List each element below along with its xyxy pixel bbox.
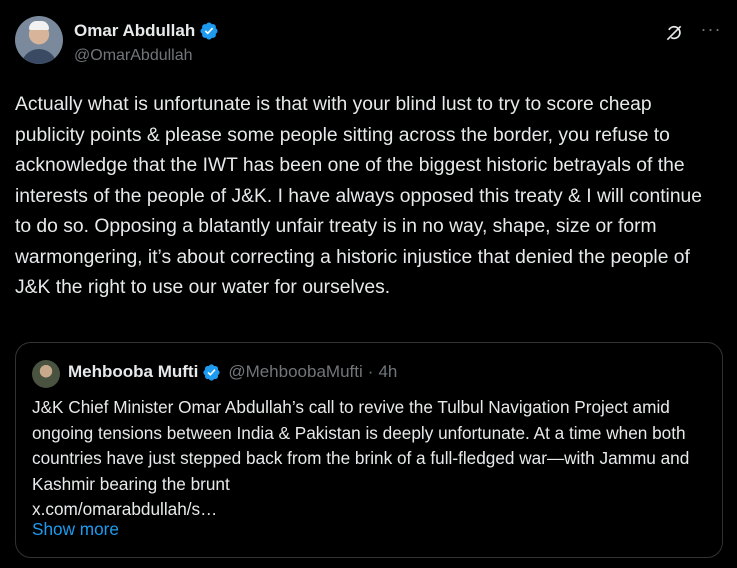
quoted-tweet[interactable]: Mehbooba Mufti @MehboobaMufti · 4h J&K C… — [15, 342, 723, 558]
avatar-cap — [29, 21, 49, 30]
quote-author-handle[interactable]: @MehboobaMufti — [228, 362, 362, 382]
quote-link[interactable]: x.com/omarabdullah/s… — [32, 497, 712, 523]
quote-body: J&K Chief Minister Omar Abdullah’s call … — [32, 397, 690, 494]
quote-separator: · — [367, 362, 374, 381]
quote-header: Mehbooba Mufti @MehboobaMufti · 4h — [68, 362, 397, 382]
quote-text: J&K Chief Minister Omar Abdullah’s call … — [32, 395, 712, 523]
quote-author-name[interactable]: Mehbooba Mufti — [68, 362, 198, 382]
author-avatar[interactable] — [15, 16, 63, 64]
tweet-text: Actually what is unfortunate is that wit… — [15, 94, 703, 298]
verified-badge-icon — [200, 22, 218, 40]
grok-icon[interactable] — [664, 23, 684, 43]
more-icon[interactable]: ··· — [700, 20, 722, 44]
avatar-body — [21, 49, 57, 64]
author-name[interactable]: Omar Abdullah — [74, 21, 195, 41]
tweet-header: Omar Abdullah @OmarAbdullah ··· — [15, 16, 722, 68]
quote-author-avatar[interactable] — [32, 360, 60, 388]
author-name-row: Omar Abdullah — [74, 21, 219, 41]
author-handle[interactable]: @OmarAbdullah — [74, 47, 193, 65]
verified-badge-icon — [203, 363, 220, 381]
show-more-link[interactable]: Show more — [32, 519, 119, 540]
quote-timestamp[interactable]: 4h — [378, 362, 397, 382]
